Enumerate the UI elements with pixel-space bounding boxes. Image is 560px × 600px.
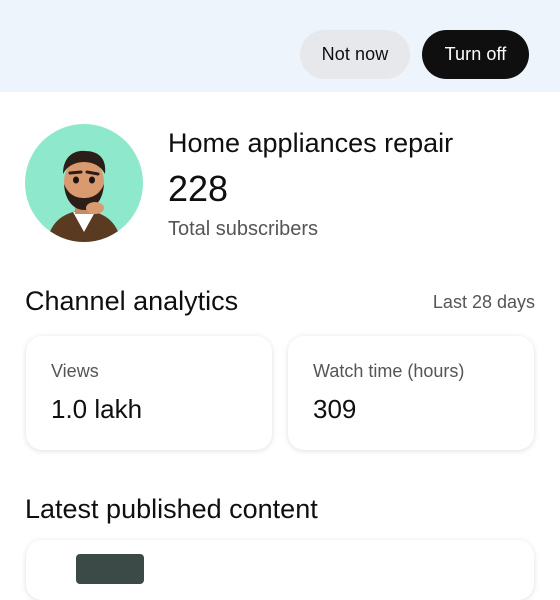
subscriber-count: 228 bbox=[168, 168, 229, 209]
not-now-button[interactable]: Not now bbox=[300, 30, 410, 79]
channel-avatar[interactable] bbox=[25, 124, 143, 242]
analytics-period: Last 28 days bbox=[432, 292, 535, 312]
views-value: 1.0 lakh bbox=[51, 394, 143, 424]
latest-content-title: Latest published content bbox=[25, 494, 318, 524]
watch-time-card[interactable]: Watch time (hours) 309 bbox=[288, 336, 534, 450]
watch-time-label: Watch time (hours) bbox=[313, 361, 465, 381]
channel-name: Home appliances repair bbox=[168, 128, 454, 158]
watch-time-value: 309 bbox=[313, 394, 357, 424]
channel-analytics-title: Channel analytics bbox=[25, 286, 239, 316]
subscriber-label: Total subscribers bbox=[168, 218, 319, 240]
notification-banner: Not now Turn off bbox=[0, 0, 560, 92]
latest-content-card[interactable] bbox=[26, 540, 534, 600]
views-label: Views bbox=[51, 361, 99, 381]
views-card[interactable]: Views 1.0 lakh bbox=[26, 336, 272, 450]
avatar-illustration bbox=[47, 150, 121, 242]
turn-off-button[interactable]: Turn off bbox=[422, 30, 529, 79]
video-thumbnail[interactable] bbox=[76, 554, 144, 584]
